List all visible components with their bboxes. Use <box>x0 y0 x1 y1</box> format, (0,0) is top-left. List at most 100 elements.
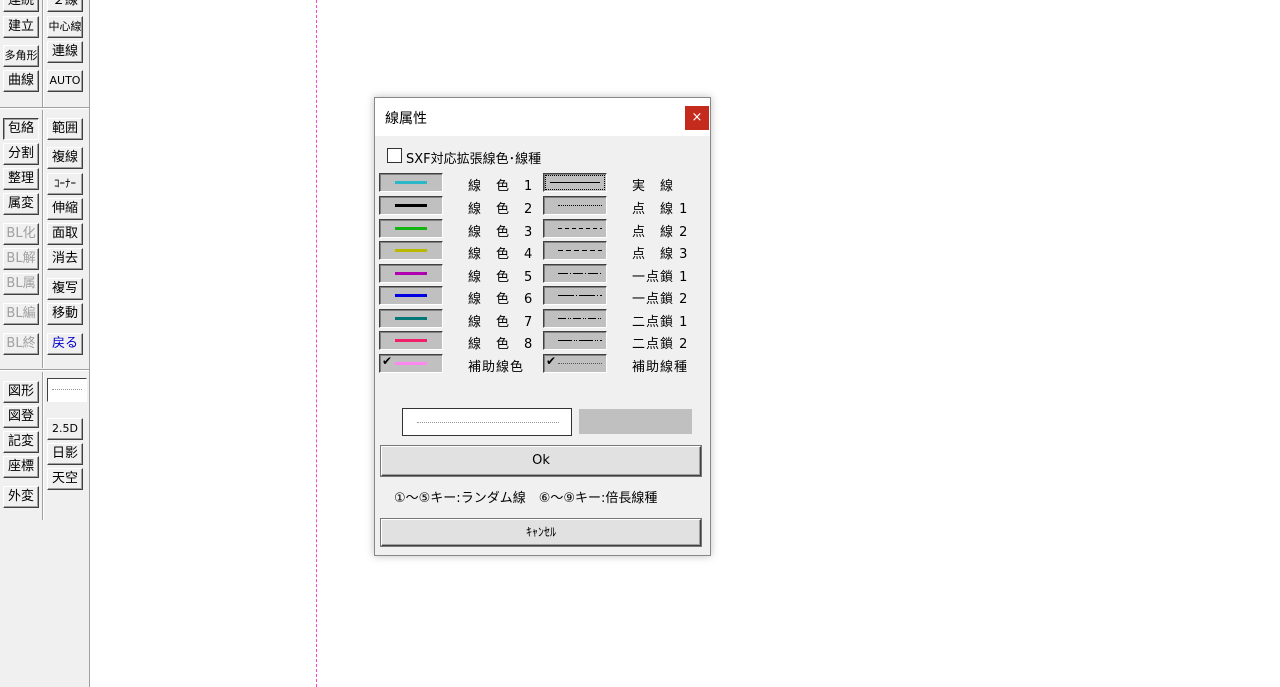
toolbar-button[interactable]: 記変 <box>3 431 39 453</box>
toolbar-button[interactable]: 範囲 <box>47 118 83 140</box>
line-type-button[interactable] <box>543 286 607 305</box>
line-type-label: 二点鎖 2 <box>632 337 689 352</box>
line-type-label: 一点鎖 1 <box>632 270 689 285</box>
toolbar-button[interactable]: BL編 <box>3 303 39 325</box>
toolbar-button[interactable]: 中心線 <box>47 16 83 38</box>
line-attribute-dialog: 線属性 × SXF対応拡張線色･線種 線 色 1 線 色 2 線 色 3 線 色 4 線… <box>374 97 711 556</box>
cancel-label: ｷｬﾝｾﾙ <box>525 525 556 539</box>
ok-label: Ok <box>532 453 550 468</box>
line-type-label: 点 線 3 <box>632 247 689 262</box>
toolbar-button[interactable]: BL終 <box>3 333 39 355</box>
toolbar-button[interactable]: 多角形 <box>3 45 39 67</box>
toolbar-button[interactable]: ２線 <box>47 0 83 12</box>
color-sample <box>395 227 427 230</box>
check-icon: ✔ <box>546 354 557 368</box>
line-type-button[interactable] <box>543 331 607 350</box>
line-type-sample <box>558 228 602 229</box>
toolbar-button[interactable]: 連線 <box>47 41 83 63</box>
line-color-button[interactable] <box>379 173 443 192</box>
line-preview <box>402 408 572 436</box>
toolbar-separator <box>0 107 89 109</box>
line-color-label: 線 色 8 <box>468 337 534 352</box>
line-type-label: 一点鎖 2 <box>632 292 689 307</box>
line-type-sample <box>558 205 602 206</box>
line-type-sample <box>558 318 602 319</box>
line-type-button[interactable] <box>543 309 607 328</box>
toolbar-button[interactable]: BL解 <box>3 248 39 270</box>
line-color-label: 線 色 7 <box>468 315 534 330</box>
line-color-label: 線 色 1 <box>468 179 534 194</box>
color-sample <box>395 272 427 275</box>
line-type-sample <box>558 273 602 274</box>
line-color-label: 線 色 4 <box>468 247 534 262</box>
toolbar-button[interactable]: AUTO <box>47 70 83 92</box>
sxf-label: SXF対応拡張線色･線種 <box>406 152 542 167</box>
color-sample <box>395 204 427 207</box>
toolbar-button[interactable]: 複写 <box>47 278 83 300</box>
close-button[interactable]: × <box>685 106 709 130</box>
check-icon: ✔ <box>382 354 393 368</box>
sxf-checkbox[interactable] <box>387 148 402 163</box>
toolbar-button[interactable]: 整理 <box>3 168 39 190</box>
line-type-sample <box>550 182 600 183</box>
line-type-sample <box>558 250 602 251</box>
color-preview-box <box>579 409 692 434</box>
line-type-label: 二点鎖 1 <box>632 315 689 330</box>
line-color-button[interactable] <box>379 241 443 260</box>
line-color-button[interactable] <box>379 331 443 350</box>
toolbar-button[interactable]: 移動 <box>47 303 83 325</box>
line-color-button[interactable] <box>379 196 443 215</box>
line-type-sample <box>558 295 602 296</box>
line-type-button[interactable] <box>543 264 607 283</box>
close-icon: × <box>691 110 703 125</box>
toolbar-button[interactable]: 包絡 <box>3 118 39 140</box>
line-type-button[interactable] <box>543 219 607 238</box>
toolbar-button[interactable]: 連続 <box>3 0 39 12</box>
toolbar-vsep <box>42 372 44 520</box>
key-hint: ①～⑤キー:ランダム線 ⑥～⑨キー:倍長線種 <box>394 491 658 506</box>
color-sample <box>395 339 427 342</box>
line-color-button[interactable] <box>379 219 443 238</box>
toolbar-button[interactable]: 戻る <box>47 333 83 355</box>
toolbar-separator <box>0 369 89 371</box>
toolbar-button[interactable]: 属変 <box>3 193 39 215</box>
toolbar-button[interactable]: 2.5D <box>47 418 83 440</box>
toolbar-button[interactable]: ｺｰﾅｰ <box>47 173 83 195</box>
toolbar-button[interactable]: 建立 <box>3 16 39 38</box>
line-type-label: 点 線 1 <box>632 202 689 217</box>
color-sample <box>395 249 427 252</box>
line-color-button[interactable] <box>379 309 443 328</box>
toolbar-button[interactable]: 分割 <box>3 143 39 165</box>
cancel-button[interactable]: ｷｬﾝｾﾙ <box>381 519 701 546</box>
toolbar-button[interactable]: 外変 <box>3 486 39 508</box>
color-sample <box>395 362 427 365</box>
toolbar-button[interactable]: 複線 <box>47 147 83 169</box>
toolbar-button[interactable]: 消去 <box>47 248 83 270</box>
toolbar-button[interactable]: 天空 <box>47 468 83 490</box>
line-color-button[interactable] <box>379 264 443 283</box>
toolbar-button[interactable]: 曲線 <box>3 70 39 92</box>
dialog-title: 線属性 <box>385 111 427 127</box>
toolbar-button[interactable]: 面取 <box>47 223 83 245</box>
line-color-label: 線 色 6 <box>468 292 534 307</box>
line-color-button[interactable] <box>379 286 443 305</box>
current-line-indicator[interactable] <box>47 378 87 402</box>
toolbar-button[interactable]: 座標 <box>3 456 39 478</box>
line-type-button[interactable] <box>543 196 607 215</box>
color-sample <box>395 181 427 184</box>
toolbar-button[interactable]: 図登 <box>3 406 39 428</box>
line-type-button[interactable]: ✔ <box>543 354 607 373</box>
line-color-button[interactable]: ✔ <box>379 354 443 373</box>
toolbar-vsep <box>42 0 44 108</box>
line-type-button[interactable] <box>543 241 607 260</box>
left-toolbar: 建立多角形曲線包絡分割整理属変 BL化 BL解 BL属 BL編 BL終図形図登記変座標外変… <box>0 0 90 687</box>
toolbar-button[interactable]: 日影 <box>47 443 83 465</box>
toolbar-button[interactable]: 図形 <box>3 381 39 403</box>
line-type-label: 実 線 <box>632 179 675 194</box>
toolbar-button[interactable]: BL化 <box>3 223 39 245</box>
toolbar-button[interactable]: 伸縮 <box>47 198 83 220</box>
toolbar-button[interactable]: BL属 <box>3 273 39 295</box>
line-color-label: 線 色 2 <box>468 202 534 217</box>
line-type-button[interactable] <box>543 173 607 192</box>
ok-button[interactable]: Ok <box>381 446 701 476</box>
